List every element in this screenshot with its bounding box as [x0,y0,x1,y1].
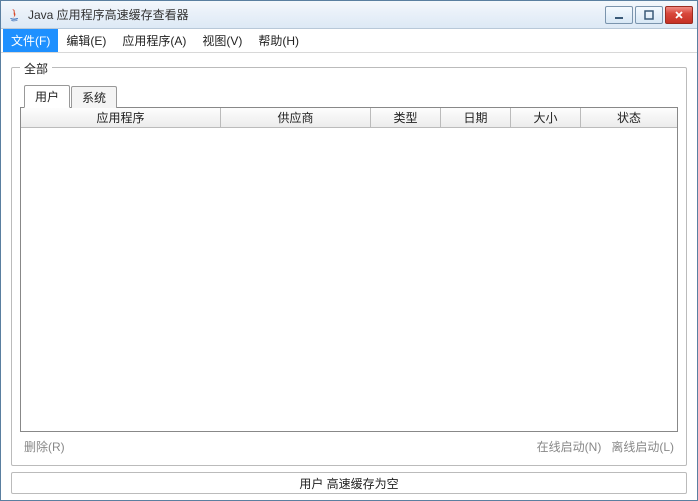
window-controls [605,6,693,24]
group-label-all: 全部 [20,60,52,77]
status-message: 用户 高速缓存为空 [299,475,398,492]
menu-edit[interactable]: 编辑(E) [58,29,114,52]
col-type[interactable]: 类型 [371,108,441,127]
menu-help[interactable]: 帮助(H) [250,29,307,52]
tab-user[interactable]: 用户 [24,85,70,108]
col-state[interactable]: 状态 [581,108,677,127]
maximize-button[interactable] [635,6,663,24]
menubar: 文件(F) 编辑(E) 应用程序(A) 视图(V) 帮助(H) [1,29,697,53]
window-frame: Java 应用程序高速缓存查看器 文件(F) 编辑(E) 应用程序(A) 视图(… [0,0,698,501]
groupbox-all: 全部 用户 系统 应用程序 供应商 类型 日期 大小 状态 删除(R) [11,67,687,466]
online-launch-action[interactable]: 在线启动(N) [537,438,602,455]
minimize-button[interactable] [605,6,633,24]
tab-system[interactable]: 系统 [71,86,117,108]
tab-strip: 用户 系统 [20,84,678,107]
content-area: 全部 用户 系统 应用程序 供应商 类型 日期 大小 状态 删除(R) [1,53,697,500]
cache-table: 应用程序 供应商 类型 日期 大小 状态 [20,107,678,432]
close-button[interactable] [665,6,693,24]
col-date[interactable]: 日期 [441,108,511,127]
java-icon [7,7,23,23]
col-application[interactable]: 应用程序 [21,108,221,127]
statusbar: 用户 高速缓存为空 [11,472,687,494]
col-size[interactable]: 大小 [511,108,581,127]
action-row: 删除(R) 在线启动(N) 离线启动(L) [20,432,678,457]
menu-view[interactable]: 视图(V) [194,29,250,52]
window-title: Java 应用程序高速缓存查看器 [28,6,605,23]
table-header-row: 应用程序 供应商 类型 日期 大小 状态 [21,108,677,128]
table-body-empty [21,128,677,431]
menu-file[interactable]: 文件(F) [3,29,58,52]
col-vendor[interactable]: 供应商 [221,108,371,127]
titlebar[interactable]: Java 应用程序高速缓存查看器 [1,1,697,29]
menu-application[interactable]: 应用程序(A) [114,29,194,52]
offline-launch-action[interactable]: 离线启动(L) [611,438,674,455]
delete-action[interactable]: 删除(R) [24,438,65,455]
